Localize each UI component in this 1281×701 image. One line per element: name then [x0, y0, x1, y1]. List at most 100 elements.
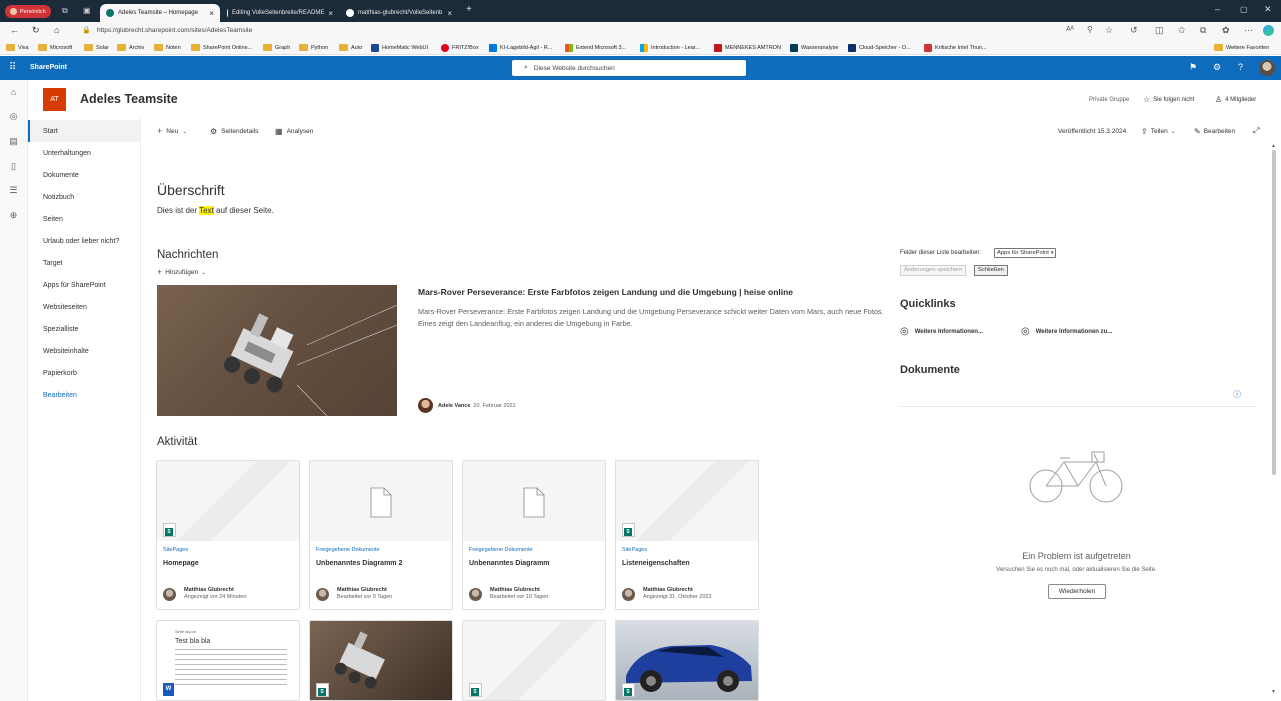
back-icon[interactable]: ← — [10, 25, 19, 35]
news-icon[interactable]: ▤ — [8, 136, 19, 147]
read-aloud-icon[interactable]: Aᴬ — [1066, 26, 1074, 33]
scroll-up-icon[interactable]: ▲ — [1271, 143, 1276, 149]
fields-select[interactable]: Apps für SharePoint ▾ — [994, 248, 1057, 258]
close-tab-icon[interactable]: × — [328, 9, 333, 18]
fav-python[interactable]: Python — [299, 42, 328, 53]
app-launcher-icon[interactable]: ⠿ — [9, 62, 16, 73]
fav-wasseranalyse[interactable]: Wasseranalyse — [790, 42, 838, 53]
notifications-icon[interactable]: ⚑ — [1189, 62, 1197, 73]
tab-actions-icon[interactable]: ▣ — [83, 6, 91, 15]
scroll-down-icon[interactable]: ▼ — [1271, 689, 1276, 695]
fav-sharepoint-online[interactable]: SharePoint Online... — [191, 42, 252, 53]
workspaces-icon[interactable]: ⧉ — [62, 6, 68, 16]
fav-solar[interactable]: Solar — [84, 42, 109, 53]
settings-gear-icon[interactable]: ⚙ — [1213, 62, 1221, 73]
nav-apps-fuer-sharepoint[interactable]: Apps für SharePoint — [28, 274, 141, 296]
nav-websiteseiten[interactable]: Websiteseiten — [28, 296, 141, 318]
site-logo[interactable]: AT — [43, 88, 66, 111]
tab-github-repo[interactable]: matthias-glubrecht/VolleSeitenb × — [340, 4, 458, 22]
activity-card[interactable] — [309, 620, 453, 701]
favorites-icon[interactable]: ✩ — [1178, 25, 1186, 36]
fav-extend-microsoft[interactable]: Extend Microsoft 3... — [565, 42, 626, 53]
nav-target[interactable]: Target — [28, 252, 141, 274]
app-name[interactable]: SharePoint — [30, 64, 67, 71]
fav-cloud-speicher[interactable]: Cloud-Speicher - O... — [848, 42, 911, 53]
nav-notizbuch[interactable]: Notizbuch — [28, 186, 141, 208]
page-scrollbar[interactable] — [1272, 150, 1276, 475]
home-icon[interactable]: ⌂ — [8, 87, 19, 98]
profile-button[interactable]: Persönlich — [5, 5, 51, 18]
fav-noten[interactable]: Noten — [154, 42, 181, 53]
fav-viva[interactable]: Viva — [6, 42, 29, 53]
refresh-icon[interactable]: ↻ — [32, 25, 40, 36]
retry-button[interactable]: Wiederholen — [1048, 584, 1106, 599]
fav-mennekes[interactable]: MENNEKES AMTRON — [714, 42, 781, 53]
fav-other-favorites[interactable]: Weitere Favoriten — [1214, 42, 1269, 53]
edit-button[interactable]: ✎ Bearbeiten — [1194, 127, 1235, 136]
activity-card[interactable]: SitePages Listeneigenschaften Matthias G… — [615, 460, 759, 610]
nav-unterhaltungen[interactable]: Unterhaltungen — [28, 142, 141, 164]
fav-fritzbox[interactable]: FRITZ!Box — [441, 42, 479, 53]
nav-spezialliste[interactable]: Spezialliste — [28, 318, 141, 340]
favorite-star-icon[interactable]: ☆ — [1105, 25, 1113, 36]
search-box[interactable]: ⌕ Diese Website durchsuchen — [512, 60, 746, 76]
nav-websiteinhalte[interactable]: Websiteinhalte — [28, 340, 141, 362]
nav-seiten[interactable]: Seiten — [28, 208, 141, 230]
tab-editing-readme[interactable]: Editing VolleSeitenbreite/README × — [221, 4, 339, 22]
extensions-icon[interactable]: ✿ — [1222, 25, 1230, 36]
new-tab-icon[interactable]: + — [466, 4, 472, 15]
translate-icon[interactable]: ⚲ — [1087, 25, 1093, 34]
analytics-button[interactable]: ▦ Analysen — [275, 127, 313, 136]
nav-urlaub[interactable]: Urlaub oder lieber nicht? — [28, 230, 141, 252]
globe-icon[interactable]: ◎ — [8, 111, 19, 122]
minimize-icon[interactable]: – — [1215, 4, 1220, 14]
search-input[interactable]: Diese Website durchsuchen — [534, 65, 615, 72]
nav-start[interactable]: Start — [28, 120, 141, 142]
fav-kritische-intel[interactable]: Kritische Intel Thun... — [924, 42, 987, 53]
follow-button[interactable]: ☆ Sie folgen nicht — [1143, 95, 1194, 104]
site-title[interactable]: Adeles Teamsite — [80, 92, 178, 106]
split-screen-icon[interactable]: ◫ — [1155, 25, 1164, 36]
share-button[interactable]: ⇪ Teilen ⌄ — [1141, 127, 1176, 136]
news-image[interactable] — [157, 285, 397, 416]
url-field[interactable]: https://glubrecht.sharepoint.com/sites/A… — [97, 27, 252, 34]
activity-card[interactable]: Freigegebene Dokumente Unbenanntes Diagr… — [462, 460, 606, 610]
activity-card[interactable]: Seite layout Test bla bla W — [156, 620, 300, 701]
tab-adeles-teamsite[interactable]: Adeles Teamsite – Homepage × — [100, 4, 220, 22]
nav-papierkorb[interactable]: Papierkorb — [28, 362, 141, 384]
activity-card[interactable]: Freigegebene Dokumente Unbenanntes Diagr… — [309, 460, 453, 610]
close-button[interactable]: Schließen — [974, 265, 1008, 276]
news-add-button[interactable]: + Hinzufügen ⌄ — [157, 267, 206, 277]
save-changes-button[interactable]: Änderungen speichern — [900, 265, 967, 276]
quicklink-1[interactable]: ◎ Weitere Informationen... — [900, 326, 983, 337]
fav-homematic[interactable]: HomeMatic WebUI — [371, 42, 428, 53]
collections-icon[interactable]: ⧉ — [1200, 25, 1206, 36]
activity-card[interactable]: SitePages Homepage Matthias Glubrecht An… — [156, 460, 300, 610]
nav-edit-link[interactable]: Bearbeiten — [28, 384, 141, 406]
maximize-icon[interactable]: ▢ — [1240, 5, 1248, 14]
fav-auto[interactable]: Auto — [339, 42, 362, 53]
fav-archiv[interactable]: Archiv — [117, 42, 144, 53]
help-icon[interactable]: ? — [1238, 62, 1243, 72]
fav-graph[interactable]: Graph — [263, 42, 290, 53]
create-icon[interactable]: ⊕ — [8, 210, 19, 221]
members-button[interactable]: ♙ 4 Mitglieder — [1215, 95, 1256, 104]
copilot-icon[interactable] — [1263, 25, 1274, 36]
info-icon[interactable]: ⓘ — [1233, 389, 1241, 400]
news-item-title[interactable]: Mars-Rover Perseverance: Erste Farbfotos… — [418, 287, 888, 297]
new-button[interactable]: + Neu ⌄ — [157, 126, 187, 136]
close-tab-icon[interactable]: × — [447, 9, 452, 18]
file-icon[interactable]: ▯ — [8, 161, 19, 172]
activity-card[interactable] — [615, 620, 759, 701]
user-avatar[interactable] — [1259, 60, 1275, 76]
expand-icon[interactable]: ⤢ — [1253, 126, 1259, 136]
fav-ki-lagebild[interactable]: KI-Lagebild-Agil - R... — [489, 42, 552, 53]
activity-card[interactable] — [462, 620, 606, 701]
quicklink-2[interactable]: ◎ Weitere Informationen zu... — [1021, 326, 1112, 337]
close-tab-icon[interactable]: × — [209, 9, 214, 18]
more-options-icon[interactable]: ⋯ — [1244, 25, 1253, 36]
close-window-icon[interactable]: ✕ — [1264, 4, 1272, 15]
fav-introduction[interactable]: Introduction - Lear... — [640, 42, 700, 53]
page-details-button[interactable]: ⚙ Seitendetails — [210, 127, 258, 136]
home-icon[interactable]: ⌂ — [54, 25, 59, 35]
